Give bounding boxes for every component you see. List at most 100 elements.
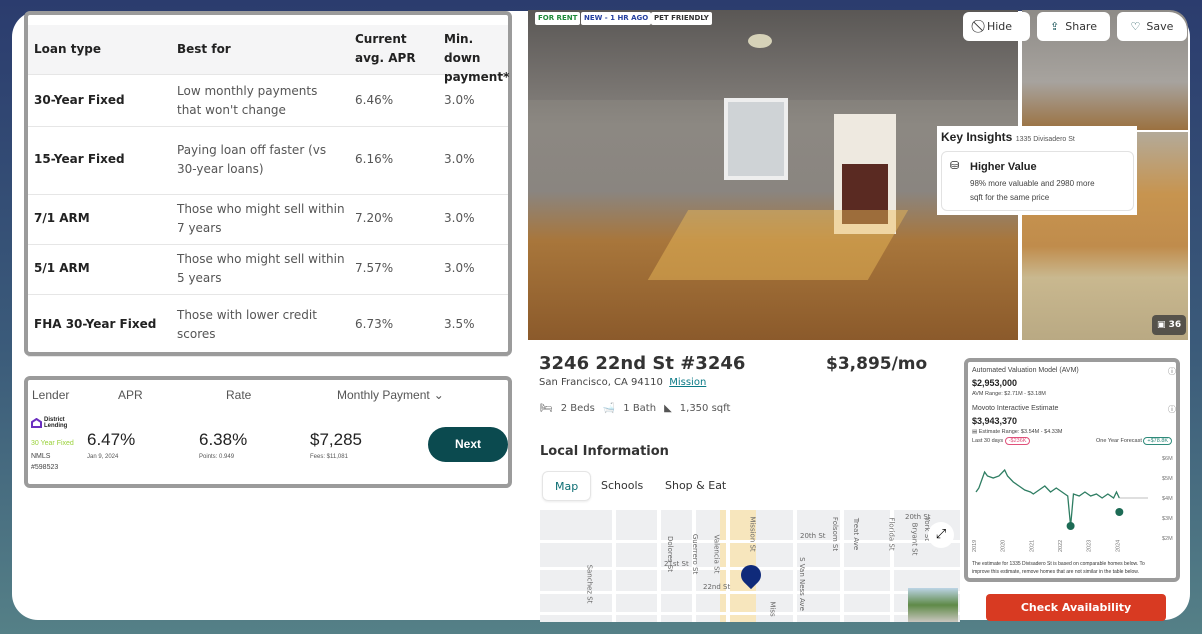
street-view-thumbnail[interactable] <box>908 588 958 622</box>
loan-type-table: Loan type Best for Current avg. APR Min. … <box>24 11 512 357</box>
best-for-l2: scores <box>177 327 216 341</box>
listing-price: $3,895/mo <box>826 354 928 374</box>
baths: 1 Bath <box>623 403 657 414</box>
apr: 7.20% <box>355 211 394 225</box>
best-for-l2: 30-year loans) <box>177 162 264 176</box>
street-label: Mission St <box>748 516 757 552</box>
photo-count-badge[interactable]: ▣ 36 <box>1152 315 1187 335</box>
product-label: 30 Year Fixed <box>31 440 74 447</box>
col-lender: Lender <box>32 388 70 402</box>
check-availability-button[interactable]: Check Availability <box>986 594 1166 621</box>
nmls-l2: #598523 <box>31 464 59 471</box>
best-for-l2: 5 years <box>177 271 222 285</box>
share-label: Share <box>1065 20 1097 33</box>
listing-facts: 🛏 2 Beds 🛁 1 Bath ◣ 1,350 sqft <box>540 403 730 414</box>
x-tick-label: 2022 <box>1058 540 1064 552</box>
loan-type: 30-Year Fixed <box>34 92 125 107</box>
apr-date: Jan 9, 2024 <box>87 454 119 460</box>
key-insights-title: Key Insights 1335 Divisadero St <box>941 130 1075 144</box>
best-for-l1: Paying loan off faster (vs <box>177 143 327 157</box>
hide-label: Hide <box>986 20 1013 33</box>
next-button[interactable]: Next <box>428 427 508 462</box>
best-for: Low monthly payments that won't change <box>177 82 317 120</box>
hide-button[interactable]: ⃠Hide <box>963 12 1030 41</box>
insight-text: 98% more valuable and 2980 more sqft for … <box>970 177 1095 205</box>
share-button[interactable]: ⇪ Share <box>1037 12 1110 41</box>
value-line <box>975 468 1120 527</box>
local-info-title: Local Information <box>540 444 669 459</box>
last-30-days: Last 30 days -$236K <box>972 437 1031 445</box>
best-for: Those with lower credit scores <box>177 306 317 344</box>
beds: 2 Beds <box>560 403 595 414</box>
row-divider <box>28 294 508 295</box>
lender-offer-card: Lender APR Rate Monthly Payment ⌄ Distric… <box>24 376 512 488</box>
best-for-l2: that won't change <box>177 102 286 117</box>
sqft: 1,350 sqft <box>679 403 731 414</box>
expand-map-icon[interactable]: ⤢ <box>928 522 954 548</box>
estimate-range-text: Estimate Range: $3.54M - $4.33M <box>978 429 1063 435</box>
apr: 7.57% <box>355 261 394 275</box>
x-tick-label: 2019 <box>972 540 978 552</box>
best-for: Those who might sell within 5 years <box>177 250 345 288</box>
chart-marker-pin <box>1066 522 1075 530</box>
info-icon[interactable]: ⓘ <box>1168 366 1176 377</box>
col-apr: APR <box>118 388 143 402</box>
value-icon: ⛁ <box>950 160 960 172</box>
image-icon: ▣ <box>1157 320 1166 330</box>
neighborhood-link[interactable]: Mission <box>669 377 706 388</box>
estimate-title: Movoto Interactive Estimate <box>972 405 1059 412</box>
x-tick-label: 2023 <box>1087 540 1093 552</box>
down-payment: 3.0% <box>444 211 475 225</box>
down-payment: 3.0% <box>444 152 475 166</box>
listing-address: 3246 22nd St #3246 <box>539 353 746 374</box>
sort-monthly-payment[interactable]: Monthly Payment ⌄ <box>337 388 444 402</box>
insight-l1: 98% more valuable and 2980 more <box>970 179 1095 188</box>
best-for-l1: Those who might sell within <box>177 252 345 266</box>
loan-type: 15-Year Fixed <box>34 152 125 166</box>
city-text: San Francisco, CA 94110 <box>539 377 663 388</box>
insight-title: Higher Value <box>970 161 1037 173</box>
photo-count: 36 <box>1168 320 1182 330</box>
row-divider <box>28 194 508 195</box>
apr-value: 6.47% <box>87 430 136 449</box>
tab-shop-eat[interactable]: Shop & Eat <box>653 471 738 501</box>
key-insights-panel: Key Insights 1335 Divisadero St ⛁ Higher… <box>937 126 1137 215</box>
tab-map[interactable]: Map <box>542 471 592 501</box>
header-apr-l1: Current <box>355 32 407 46</box>
info-icon[interactable]: ⓘ <box>1168 404 1176 415</box>
street-label: Bryant St <box>910 522 919 556</box>
col-monthly: Monthly Payment <box>337 388 430 402</box>
neighborhood-map[interactable]: Dolores St Guerrero St Valencia St Missi… <box>540 510 960 622</box>
listing-photo-gallery[interactable]: FOR RENT NEW - 1 HR AGO PET FRIENDLY ⃠Hi… <box>528 10 1188 340</box>
header-apr: Current avg. APR <box>355 30 416 68</box>
chevron-down-icon: ⌄ <box>433 388 444 402</box>
save-label: Save <box>1146 20 1174 33</box>
street-label: Folsom St <box>831 516 840 552</box>
street-label: Treat Ave <box>852 517 861 551</box>
tab-schools[interactable]: Schools <box>589 471 655 501</box>
avm-value: $2,953,000 <box>972 378 1018 388</box>
nmls-l1: NMLS <box>31 453 51 460</box>
header-loan-type: Loan type <box>34 42 101 56</box>
best-for-l1: Those who might sell within <box>177 202 345 216</box>
house-logo-icon <box>31 418 42 428</box>
apr: 6.46% <box>355 92 394 107</box>
loan-type: FHA 30-Year Fixed <box>34 317 157 331</box>
street-label: S Van Ness Ave <box>797 557 806 611</box>
save-button[interactable]: ♡ Save <box>1117 12 1187 41</box>
header-down: Min. down payment* <box>444 30 509 87</box>
rate-value: 6.38% <box>199 430 248 449</box>
col-rate: Rate <box>226 388 252 402</box>
street-label: 22nd St <box>703 583 731 591</box>
ki-address: 1335 Divisadero St <box>1015 136 1075 143</box>
bath-icon: 🛁 <box>602 403 616 414</box>
street-label: 20th St <box>905 513 931 521</box>
tag-for-rent: FOR RENT <box>535 12 581 25</box>
nmls: NMLS #598523 <box>31 451 58 473</box>
row-divider <box>28 356 508 357</box>
apr: 6.73% <box>355 317 394 331</box>
estimate-range: ▤ Estimate Range: $3.54M - $4.33M <box>972 429 1063 435</box>
payment-value: $7,285 <box>310 430 362 449</box>
bed-icon: 🛏 <box>540 403 553 414</box>
insight-card: ⛁ Higher Value 98% more valuable and 298… <box>941 151 1134 211</box>
